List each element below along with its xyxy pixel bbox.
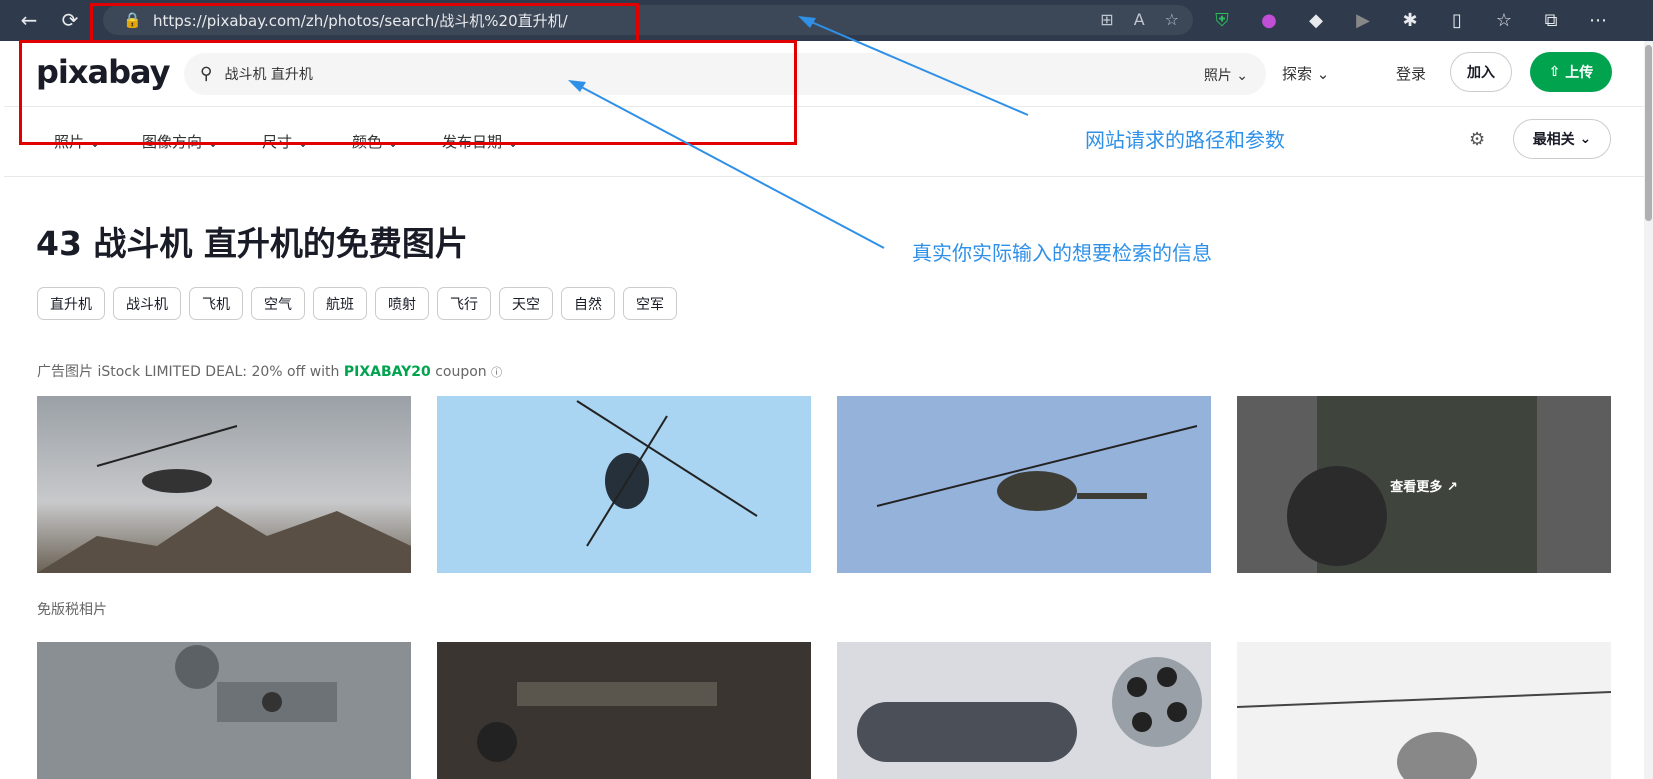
page-scrollbar[interactable] xyxy=(1644,41,1653,779)
arrow-to-search xyxy=(571,81,885,249)
arrow-to-url xyxy=(801,17,1029,116)
arrowhead-search xyxy=(568,80,586,92)
annotation-arrows xyxy=(568,16,1029,249)
search-annotation: 真实你实际输入的想要检索的信息 xyxy=(912,241,1212,265)
arrowhead-url xyxy=(798,16,816,28)
url-annotation: 网站请求的路径和参数 xyxy=(1085,128,1285,152)
scrollbar-thumb[interactable] xyxy=(1645,45,1652,221)
